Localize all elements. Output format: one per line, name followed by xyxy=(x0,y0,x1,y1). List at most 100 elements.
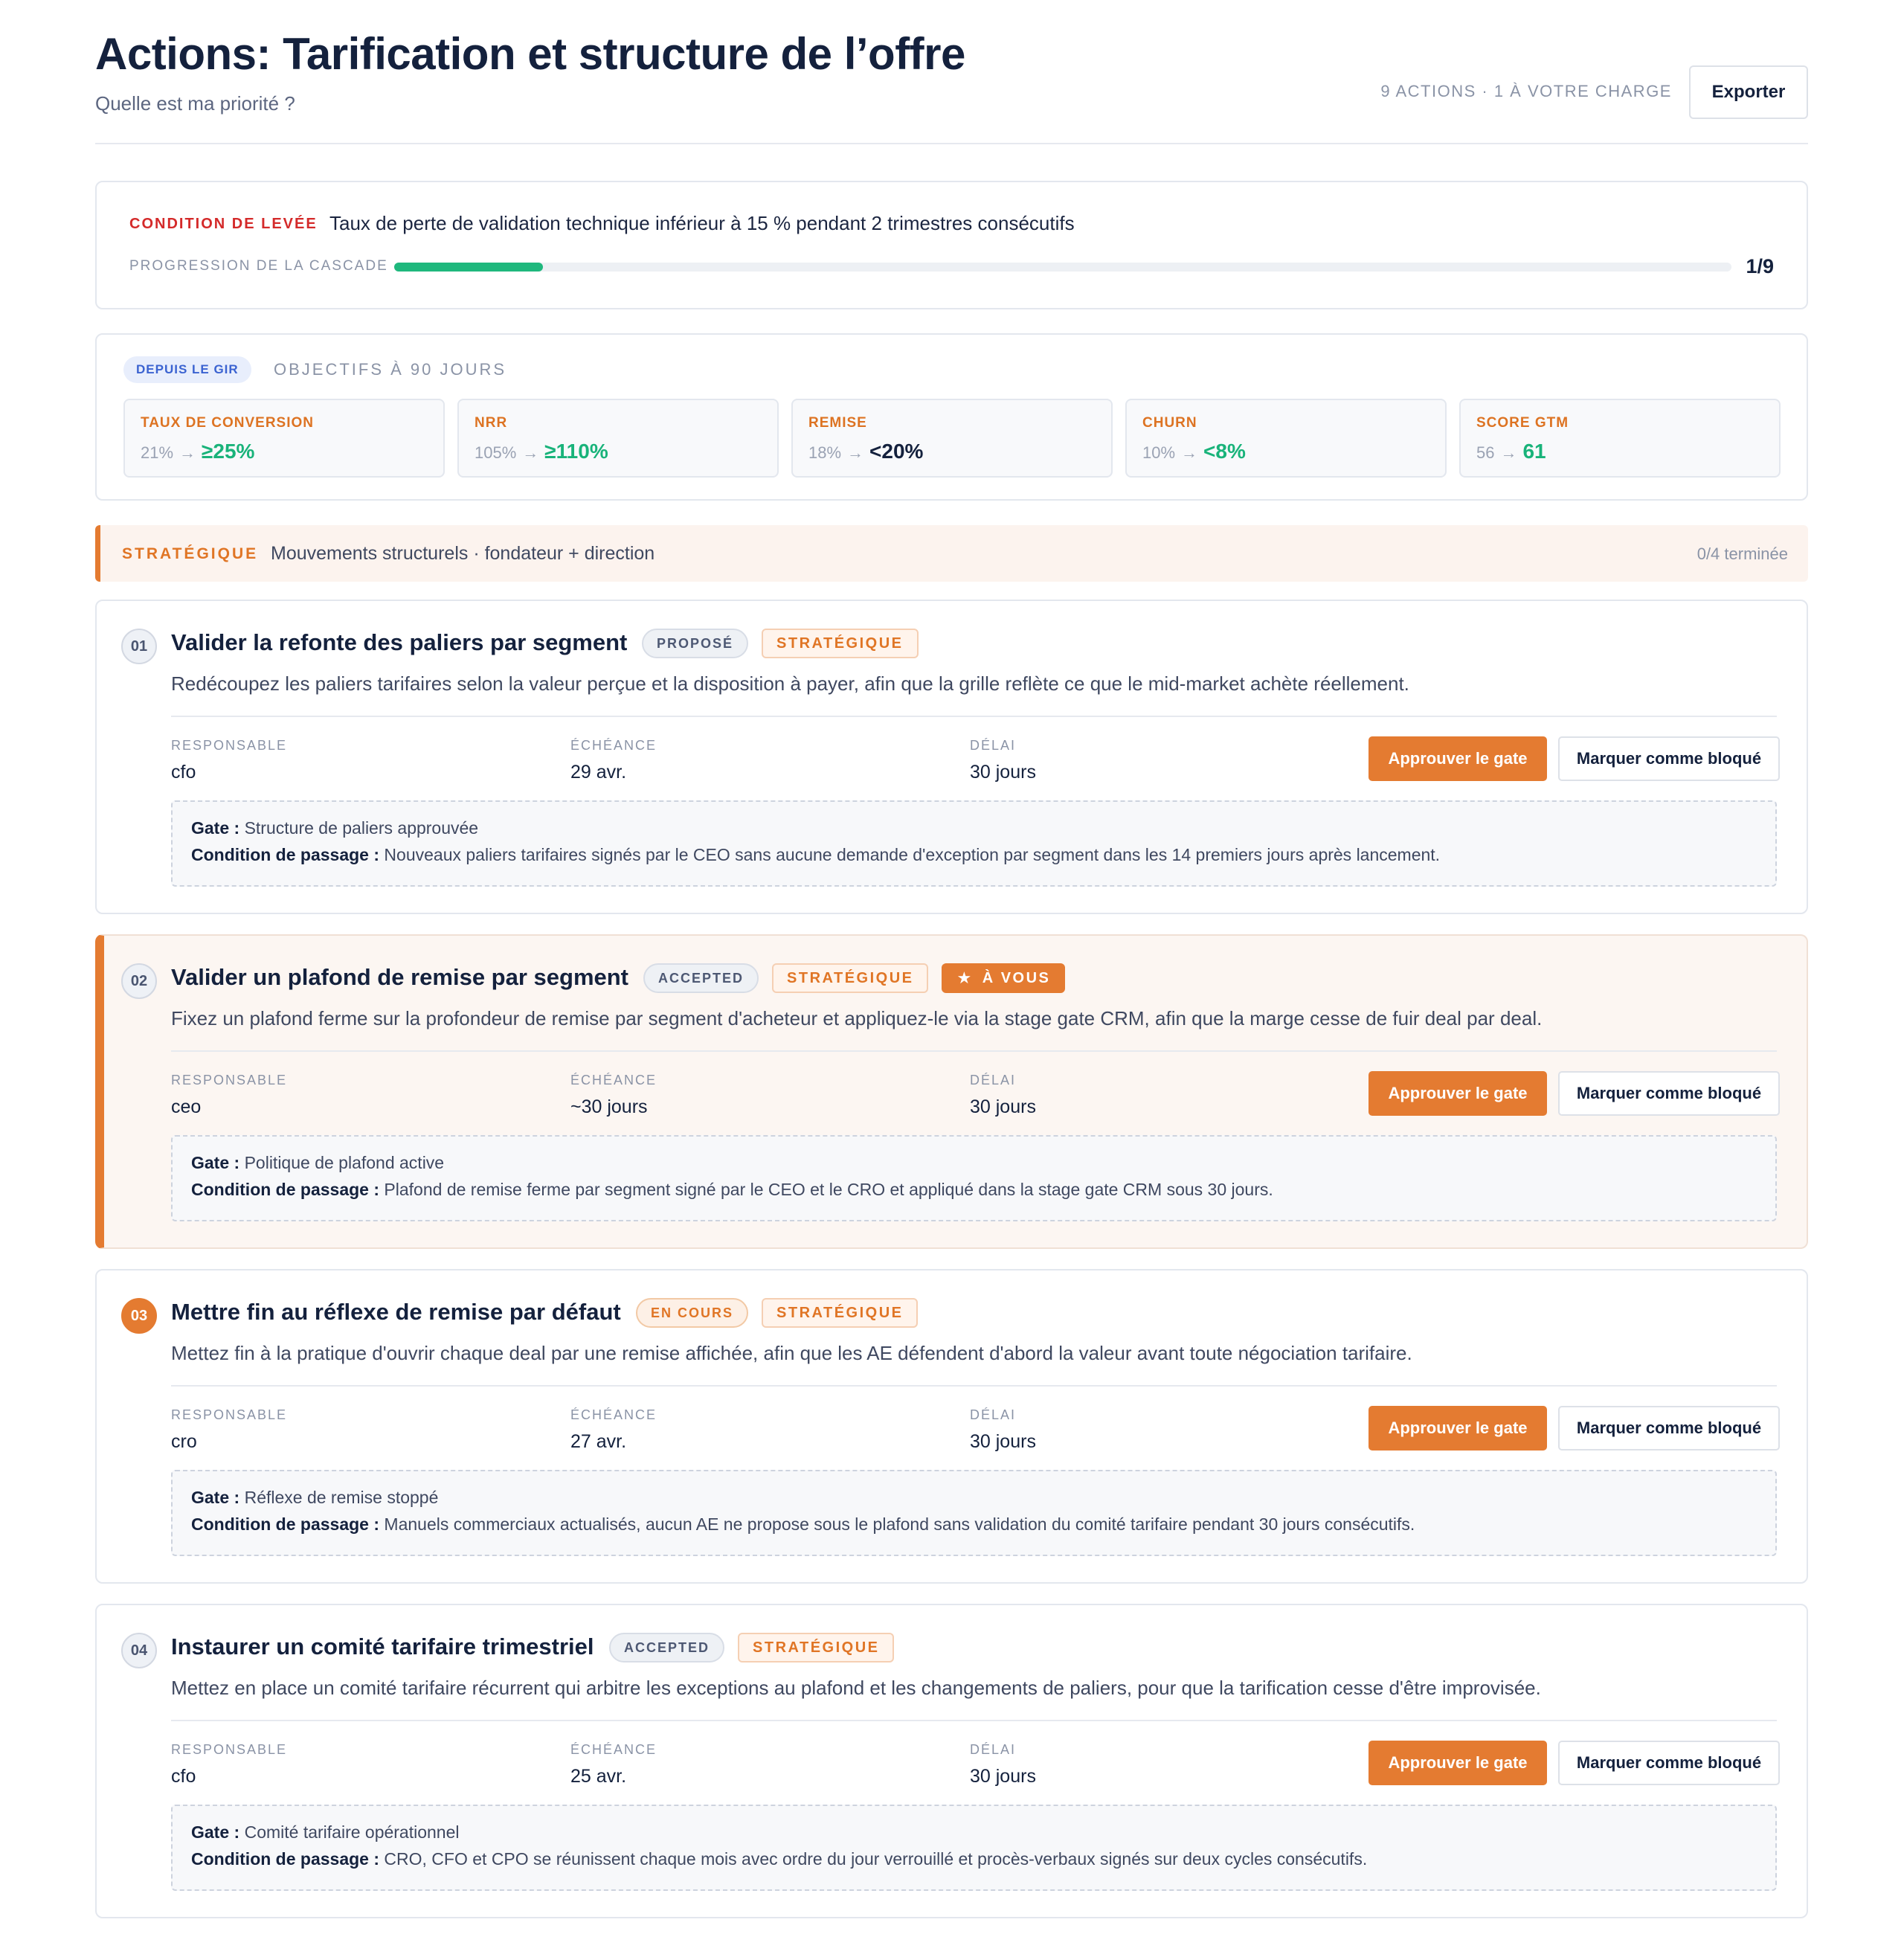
category-badge: STRATÉGIQUE xyxy=(762,629,919,658)
cascade-progress-count: 1/9 xyxy=(1746,255,1774,277)
condition-line: Condition de passage : Nouveaux paliers … xyxy=(191,845,1440,865)
action-description: Mettez en place un comité tarifaire récu… xyxy=(171,1677,1541,1699)
gate-label: Gate : xyxy=(191,1822,240,1842)
gate-box: Gate : Politique de plafond active Condit… xyxy=(171,1135,1777,1221)
condition-value: Manuels commerciaux actualisés, aucun AE… xyxy=(384,1514,1415,1534)
mark-blocked-button[interactable]: Marquer comme bloqué xyxy=(1558,1406,1780,1450)
approve-gate-button[interactable]: Approuver le gate xyxy=(1368,1406,1547,1450)
owner-value: cfo xyxy=(171,762,196,783)
owner-label: RESPONSABLE xyxy=(171,1407,288,1422)
kpi-name: CHURN xyxy=(1142,415,1197,431)
gate-value: Politique de plafond active xyxy=(244,1153,445,1172)
kpi-name: SCORE GTM xyxy=(1476,415,1569,431)
mark-blocked-button[interactable]: Marquer comme bloqué xyxy=(1558,1741,1780,1785)
mark-blocked-button[interactable]: Marquer comme bloqué xyxy=(1558,736,1780,781)
gate-value: Réflexe de remise stoppé xyxy=(244,1488,439,1507)
duration-label: DÉLAI xyxy=(970,738,1017,753)
action-card: 02 Valider un plafond de remise par segme… xyxy=(95,934,1808,1249)
objectives-card: DEPUIS LE GIR OBJECTIFS À 90 JOURS TAUX … xyxy=(95,333,1808,501)
action-description: Mettez fin à la pratique d'ouvrir chaque… xyxy=(171,1342,1412,1364)
owner-label: RESPONSABLE xyxy=(171,738,288,753)
due-date-field: ÉCHÉANCE 29 avr. xyxy=(570,738,657,783)
action-description: Redécoupez les paliers tarifaires selon … xyxy=(171,672,1409,695)
due-date-value: 27 avr. xyxy=(570,1431,627,1452)
assigned-to-you-badge: ★ À VOUS xyxy=(942,963,1066,993)
action-card: 01 Valider la refonte des paliers par seg… xyxy=(95,600,1808,914)
gate-box: Gate : Structure de paliers approuvée Con… xyxy=(171,800,1777,887)
gate-box: Gate : Comité tarifaire opérationnel Cond… xyxy=(171,1805,1777,1891)
action-title: Valider la refonte des paliers par segme… xyxy=(171,629,628,655)
condition-line: Condition de passage : Plafond de remise… xyxy=(191,1180,1273,1200)
kpi-values: 10% → <8% xyxy=(1142,440,1246,463)
owner-field: RESPONSABLE cro xyxy=(171,1407,287,1453)
category-badge: STRATÉGIQUE xyxy=(772,963,929,993)
approve-gate-button[interactable]: Approuver le gate xyxy=(1368,736,1547,781)
kpi-card: TAUX DE CONVERSION 21% → ≥25% xyxy=(123,399,445,478)
gate-value: Structure de paliers approuvée xyxy=(244,818,479,838)
action-description: Fixez un plafond ferme sur la profondeur… xyxy=(171,1007,1543,1029)
owner-value: cfo xyxy=(171,1766,196,1787)
divider xyxy=(171,1050,1777,1052)
page-title: Actions: Tarification et structure de l’… xyxy=(95,29,965,79)
condition-line: Condition de passage : Manuels commercia… xyxy=(191,1514,1415,1535)
mark-blocked-button[interactable]: Marquer comme bloqué xyxy=(1558,1071,1780,1116)
kpi-target-value: 61 xyxy=(1522,440,1546,463)
condition-label: Condition de passage : xyxy=(191,1514,380,1534)
kpi-target-value: <20% xyxy=(869,440,924,463)
cascade-progress-bar xyxy=(394,263,1731,272)
duration-value: 30 jours xyxy=(970,1096,1036,1117)
action-badges: EN COURS STRATÉGIQUE xyxy=(636,1298,919,1328)
action-title: Instaurer un comité tarifaire trimestrie… xyxy=(171,1633,594,1660)
divider xyxy=(171,1720,1777,1721)
category-badge: STRATÉGIQUE xyxy=(762,1298,919,1328)
gate-line: Gate : Structure de paliers approuvée xyxy=(191,818,478,838)
kpi-values: 56 → 61 xyxy=(1476,440,1546,463)
kpi-card: SCORE GTM 56 → 61 xyxy=(1459,399,1781,478)
action-number: 01 xyxy=(121,629,157,664)
kpi-values: 105% → ≥110% xyxy=(475,440,608,463)
category-badge: STRATÉGIQUE xyxy=(738,1633,895,1662)
duration-value: 30 jours xyxy=(970,762,1036,783)
lift-condition-card: CONDITION DE LEVÉE Taux de perte de vali… xyxy=(95,181,1808,309)
owner-value: ceo xyxy=(171,1096,202,1117)
action-badges: ACCEPTED STRATÉGIQUE xyxy=(609,1633,895,1662)
action-number: 02 xyxy=(121,963,157,999)
approve-gate-button[interactable]: Approuver le gate xyxy=(1368,1741,1547,1785)
condition-line: Condition de passage : CRO, CFO et CPO s… xyxy=(191,1849,1367,1869)
gir-source-badge: DEPUIS LE GIR xyxy=(123,356,251,383)
kpi-card: CHURN 10% → <8% xyxy=(1125,399,1447,478)
owner-field: RESPONSABLE cfo xyxy=(171,738,287,783)
gate-label: Gate : xyxy=(191,1153,240,1172)
condition-label: Condition de passage : xyxy=(191,845,380,864)
lift-condition-label: CONDITION DE LEVÉE xyxy=(129,216,318,232)
duration-field: DÉLAI 30 jours xyxy=(970,738,1036,783)
action-title: Mettre fin au réflexe de remise par défa… xyxy=(171,1299,621,1325)
export-button[interactable]: Exporter xyxy=(1689,65,1808,119)
status-badge: ACCEPTED xyxy=(609,1633,725,1662)
owner-field: RESPONSABLE ceo xyxy=(171,1073,287,1118)
section-header-strategique[interactable]: STRATÉGIQUE Mouvements structurels · fon… xyxy=(95,525,1808,582)
condition-label: Condition de passage : xyxy=(191,1849,380,1869)
gate-box: Gate : Réflexe de remise stoppé Condition… xyxy=(171,1470,1777,1556)
duration-value: 30 jours xyxy=(970,1431,1036,1452)
section-tag: STRATÉGIQUE xyxy=(122,545,259,562)
due-date-label: ÉCHÉANCE xyxy=(570,1073,657,1088)
kpi-card: NRR 105% → ≥110% xyxy=(457,399,779,478)
owner-label: RESPONSABLE xyxy=(171,1073,288,1088)
approve-gate-button[interactable]: Approuver le gate xyxy=(1368,1071,1547,1116)
gate-line: Gate : Comité tarifaire opérationnel xyxy=(191,1822,460,1843)
due-date-value: ~30 jours xyxy=(570,1096,648,1117)
arrow-right-icon: → xyxy=(1500,443,1517,462)
actions-count-meta: 9 ACTIONS · 1 À VOTRE CHARGE xyxy=(1380,82,1672,100)
objectives-title: OBJECTIFS À 90 JOURS xyxy=(274,360,507,379)
kpi-current-value: 56 xyxy=(1476,443,1495,462)
section-completion-count: 0/4 terminée xyxy=(1696,544,1788,563)
action-badges: PROPOSÉ STRATÉGIQUE xyxy=(642,629,919,658)
kpi-current-value: 105% xyxy=(475,443,517,462)
assigned-to-you-label: À VOUS xyxy=(982,969,1051,986)
condition-value: Nouveaux paliers tarifaires signés par l… xyxy=(384,845,1441,864)
due-date-value: 25 avr. xyxy=(570,1766,627,1787)
kpi-target-value: <8% xyxy=(1203,440,1246,463)
status-badge: ACCEPTED xyxy=(643,963,759,993)
duration-field: DÉLAI 30 jours xyxy=(970,1742,1036,1787)
